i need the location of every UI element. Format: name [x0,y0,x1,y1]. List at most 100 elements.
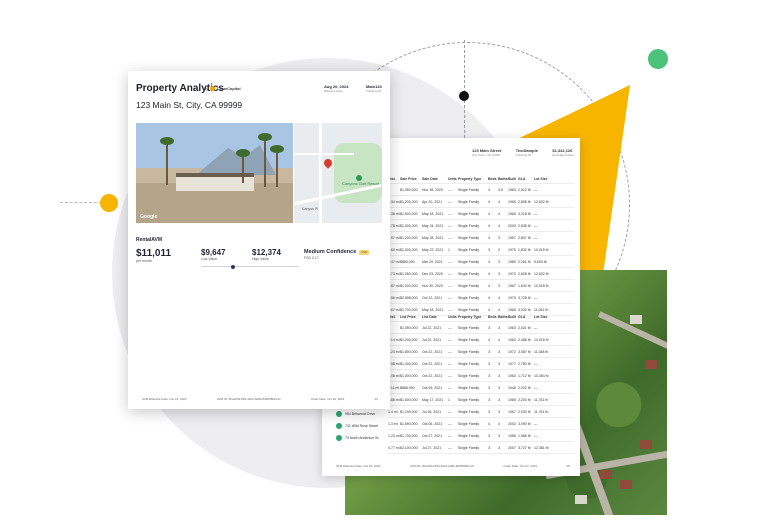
table-cell: — [448,187,452,192]
table-cell: 3 [498,385,500,390]
high-metric: $12,374 High Value [252,248,281,261]
table-cell: — [448,271,452,276]
table-cell: 2,608 ft² [518,271,531,276]
table-row: 0.60 mi $1,000,000 May 22, 2021 1 Single Fam… [388,244,574,256]
table-cell: $1,800,000 [400,349,418,354]
table-cell: $2,100,000 [400,445,418,450]
table-cell: May 17, 2021 [422,397,444,402]
table-cell: 3 [488,409,490,414]
table-cell: 3 [498,409,500,414]
table-cell: 3 [488,445,490,450]
location-marker-icon [336,423,342,429]
table-cell: $1,400,000 [400,361,418,366]
table-cell: 3,727 ft² [518,445,531,450]
table-row: $1,050,000 Nov 18, 2020 — Single Family 3 3.5… [388,184,574,196]
table-cell: 4 [488,421,490,426]
black-dot-marker [459,91,469,101]
table-cell: 2,033 ft² [518,409,531,414]
location-marker-icon [336,435,342,441]
brand-logo-icon [210,86,216,91]
table-cell: Single Family [458,247,480,252]
list-item: 984 Brikwood Drive [336,408,375,420]
table-cell: 12,632 ft² [534,199,549,204]
table-row: 1.11 mi $888,990 Oct 09, 2021— Single Famil… [388,382,574,394]
column-header: Built [508,176,516,181]
table-cell: 1,634 ft² [518,283,531,288]
table-cell: 1.3 mi [388,421,398,426]
front-footer-order-date: Order Date: Oct 22, 2021 [310,397,345,401]
tracking-id-label: Tracking ID [366,89,382,93]
table-row: 0.73 mi $1,050,000 Dec 23, 2020— Single Fam… [388,268,574,280]
table-cell: 4 [498,199,500,204]
column-header: Property Type [458,176,482,181]
table-cell: 10,018 ft² [534,283,549,288]
table-cell: — [448,445,452,450]
green-dot-marker [648,49,668,69]
table-cell: 3 [488,385,490,390]
table-row: 0.78 mi $1,000,000 May 24, 2021— Single Fam… [388,220,574,232]
table-cell: Oct 27, 2021 [422,433,443,438]
table-row: 0.23 mi $1,800,000 Oct 22, 2021— Single Fam… [388,346,574,358]
table-cell: Single Family [458,325,480,330]
table-cell: Apr 20, 2021 [422,199,443,204]
table-cell: May 28, 2021 [422,235,444,240]
low-label: Low Value [201,257,218,261]
table-cell: 1957 [508,235,516,240]
table-cell: — [448,211,452,216]
table-row: 0.87 mi $1,000,000 Nov 30, 2020— Single Fam… [388,280,574,292]
table-cell: 2,898 ft² [518,199,531,204]
table-cell: 2,807 ft² [518,235,531,240]
table-cell: 4 [488,271,490,276]
table-cell: $1,600,000 [400,397,418,402]
table-cell: 4 [498,223,500,228]
table-cell: 1965 [508,211,516,216]
column-header: Built [508,314,516,319]
table-cell: 1,986 ft² [518,433,531,438]
table-cell: $1,200,000 [400,337,418,342]
table-cell: $1,050,000 [400,325,418,330]
table-cell: 3 [498,259,500,264]
table-cell: Nov 18, 2020 [422,187,443,192]
table-cell: $1,700,000 [400,433,418,438]
table-cell: 1 [448,397,450,402]
confidence: Medium Confidence FSD [304,249,370,255]
table-cell: 3 [488,235,490,240]
table-cell: 4 [488,211,490,216]
table-cell: 3 [488,187,490,192]
table-cell: 3 [488,397,490,402]
table-cell: — [448,325,452,330]
location-map[interactable]: Canyons Golf Resort Canyon Pl [294,123,382,223]
table-cell: 4 [498,211,500,216]
table-cell: 3 [488,349,490,354]
table-cell: $1,200,000 [400,235,418,240]
table-cell: 1958 [508,433,516,438]
table-cell: Single Family [458,307,480,312]
table-cell: — [448,373,452,378]
table-cell: 11,761 ft² [534,397,549,402]
table-cell: — [534,433,538,438]
table-cell: 12,381 ft² [534,445,549,450]
table-cell: — [448,259,452,264]
table-row: 1.4 mi $1,199,000 Jul 18, 2021 — Single Fami… [388,406,574,418]
table-cell: 2003 [508,223,516,228]
table-cell: Single Family [458,271,480,276]
table-cell: Single Family [458,373,480,378]
table-cell: $1,000,000 [400,283,418,288]
table-cell: 11,048 ft² [534,349,549,354]
table-cell: — [448,409,452,414]
table-cell: Single Family [458,433,480,438]
table-cell: 4 [488,337,490,342]
rent-metric: $11,011 per month [136,248,171,263]
table-cell: 3 [488,247,490,252]
table-cell: 1,712 ft² [518,373,531,378]
table-cell: May 18, 2021 [422,307,444,312]
table-cell: Single Family [458,187,480,192]
table-cell: 2,488 ft² [518,337,531,342]
table-row: 1.23 mi $1,700,000 Oct 27, 2021 — Single Fam… [388,430,574,442]
table-cell: Single Family [458,259,480,264]
column-header: Lot Size [534,176,548,181]
column-header: Units [448,176,457,181]
front-footer-effective-date: AVM Effective Date: Oct 22, 2021 [142,397,187,401]
table-cell: 3 [498,445,500,450]
table-cell: 1,832 ft² [518,247,531,252]
